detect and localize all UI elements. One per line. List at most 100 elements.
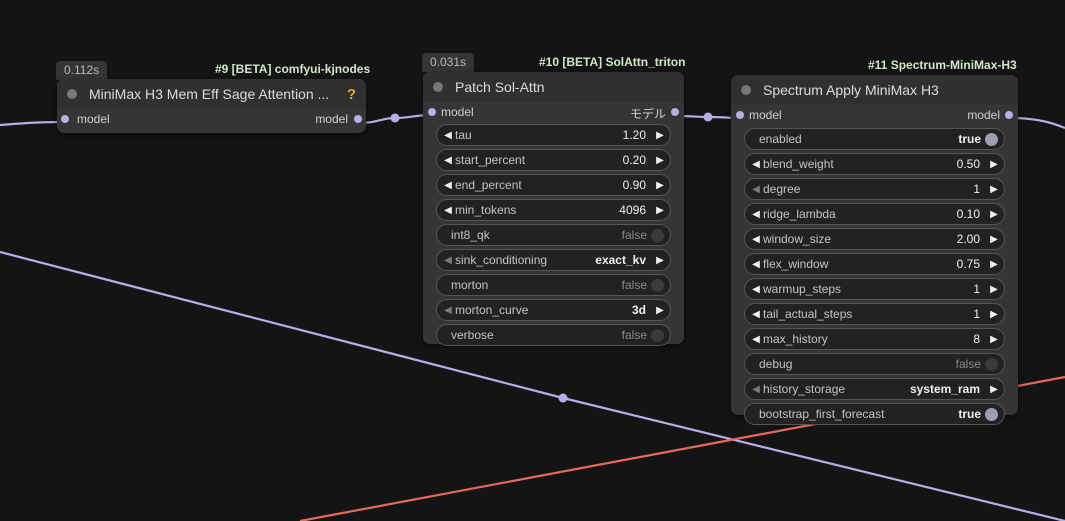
increment-arrow-icon[interactable]: ▶ [984,159,1004,170]
widget-value: 1 [973,182,980,196]
collapse-toggle[interactable] [433,82,443,92]
widget-window-size[interactable]: ◀ window_size 2.00 ▶ [744,228,1005,250]
link-midpoint-handle[interactable] [703,112,713,122]
help-icon[interactable]: ? [347,86,356,103]
toggle-switch[interactable] [985,407,998,421]
increment-arrow-icon[interactable]: ▶ [984,259,1004,270]
toggle-switch[interactable] [985,357,998,371]
node-header[interactable]: MiniMax H3 Mem Eff Sage Attention ... ? [57,79,366,109]
increment-arrow-icon[interactable]: ▶ [984,209,1004,220]
widget-label: window_size [763,232,832,246]
decrement-arrow-icon[interactable]: ◀ [749,334,763,345]
node-title: Spectrum Apply MiniMax H3 [763,82,939,98]
increment-arrow-icon[interactable]: ▶ [984,284,1004,295]
widget-degree[interactable]: ◀ degree 1 ▶ [744,178,1005,200]
widget-tau[interactable]: ◀ tau 1.20 ▶ [436,124,671,146]
toggle-switch[interactable] [651,328,664,342]
widget-history-storage[interactable]: ◀ history_storage system_ram ▶ [744,378,1005,400]
decrement-arrow-icon[interactable]: ◀ [749,309,763,320]
increment-arrow-icon[interactable]: ▶ [984,309,1004,320]
widget-min-tokens[interactable]: ◀ min_tokens 4096 ▶ [436,199,671,221]
widget-int8-qk[interactable]: int8_qk false [436,224,671,246]
link-midpoint-handle[interactable] [558,393,568,403]
next-option-arrow-icon[interactable]: ▶ [650,255,670,266]
increment-arrow-icon[interactable]: ▶ [650,180,670,191]
widget-warmup-steps[interactable]: ◀ warmup_steps 1 ▶ [744,278,1005,300]
widget-blend-weight[interactable]: ◀ blend_weight 0.50 ▶ [744,153,1005,175]
output-slot[interactable] [1005,111,1013,119]
node-source-tag: #11 Spectrum-MiniMax-H3 [868,58,1017,72]
widget-label: tau [455,128,472,142]
widget-enabled[interactable]: enabled true [744,128,1005,150]
node-header[interactable]: Spectrum Apply MiniMax H3 [731,75,1018,105]
widget-flex-window[interactable]: ◀ flex_window 0.75 ▶ [744,253,1005,275]
input-slot[interactable] [61,115,69,123]
widget-value: 0.75 [956,257,980,271]
node-spectrum-apply-minimax[interactable]: Spectrum Apply MiniMax H3 model model en… [731,75,1018,425]
input-label: model [749,108,782,122]
increment-arrow-icon[interactable]: ▶ [650,155,670,166]
widget-sink-conditioning[interactable]: ◀ sink_conditioning exact_kv ▶ [436,249,671,271]
decrement-arrow-icon[interactable]: ◀ [749,234,763,245]
widget-label: enabled [759,132,802,146]
decrement-arrow-icon[interactable]: ◀ [749,284,763,295]
next-option-arrow-icon[interactable]: ▶ [650,305,670,316]
widget-value: 1.20 [622,128,646,142]
increment-arrow-icon[interactable]: ▶ [650,130,670,141]
widget-label: morton [451,278,489,292]
widget-label: degree [763,182,801,196]
widget-max-history[interactable]: ◀ max_history 8 ▶ [744,328,1005,350]
increment-arrow-icon[interactable]: ▶ [650,205,670,216]
widget-label: blend_weight [763,157,834,171]
widget-morton[interactable]: morton false [436,274,671,296]
decrement-arrow-icon[interactable]: ◀ [749,209,763,220]
widget-morton-curve[interactable]: ◀ morton_curve 3d ▶ [436,299,671,321]
node-minimax-sage-attention[interactable]: MiniMax H3 Mem Eff Sage Attention ... ? … [57,79,366,133]
toggle-switch[interactable] [985,132,998,146]
next-option-arrow-icon[interactable]: ▶ [984,384,1004,395]
widget-verbose[interactable]: verbose false [436,324,671,346]
widget-label: tail_actual_steps [763,307,853,321]
widget-label: flex_window [763,257,829,271]
toggle-switch[interactable] [651,278,664,292]
widget-value: false [955,357,981,371]
decrement-arrow-icon[interactable]: ◀ [749,159,763,170]
output-slot[interactable] [354,115,362,123]
node-title: MiniMax H3 Mem Eff Sage Attention ... [89,86,330,102]
toggle-switch[interactable] [651,228,664,242]
widget-end-percent[interactable]: ◀ end_percent 0.90 ▶ [436,174,671,196]
widget-value: 0.50 [956,157,980,171]
collapse-toggle[interactable] [741,85,751,95]
node-patch-sol-attn[interactable]: Patch Sol-Attn model モデル ◀ tau 1.20 ▶ ◀ … [423,72,684,346]
decrement-arrow-icon[interactable]: ◀ [441,180,455,191]
widget-label: max_history [763,332,828,346]
widget-bootstrap-first-forecast[interactable]: bootstrap_first_forecast true [744,403,1005,425]
widget-value: 1 [973,282,980,296]
collapse-toggle[interactable] [67,89,77,99]
widget-debug[interactable]: debug false [744,353,1005,375]
previous-option-arrow-icon[interactable]: ◀ [749,384,763,395]
node-header[interactable]: Patch Sol-Attn [423,72,684,102]
decrement-arrow-icon[interactable]: ◀ [441,130,455,141]
input-slot[interactable] [736,111,744,119]
widget-ridge-lambda[interactable]: ◀ ridge_lambda 0.10 ▶ [744,203,1005,225]
widget-start-percent[interactable]: ◀ start_percent 0.20 ▶ [436,149,671,171]
io-row: model モデル [423,102,684,122]
decrement-arrow-icon[interactable]: ◀ [749,259,763,270]
increment-arrow-icon[interactable]: ▶ [984,234,1004,245]
increment-arrow-icon[interactable]: ▶ [984,334,1004,345]
widget-label: debug [759,357,793,371]
previous-option-arrow-icon[interactable]: ◀ [441,255,455,266]
link-midpoint-handle[interactable] [390,113,400,123]
decrement-arrow-icon[interactable]: ◀ [441,205,455,216]
previous-option-arrow-icon[interactable]: ◀ [441,305,455,316]
decrement-arrow-icon[interactable]: ◀ [749,184,763,195]
input-slot[interactable] [428,108,436,116]
increment-arrow-icon[interactable]: ▶ [984,184,1004,195]
output-slot[interactable] [671,108,679,116]
model-link-wire[interactable] [1009,116,1065,130]
widget-label: start_percent [455,153,526,167]
node-title: Patch Sol-Attn [455,79,545,95]
decrement-arrow-icon[interactable]: ◀ [441,155,455,166]
widget-tail-actual-steps[interactable]: ◀ tail_actual_steps 1 ▶ [744,303,1005,325]
